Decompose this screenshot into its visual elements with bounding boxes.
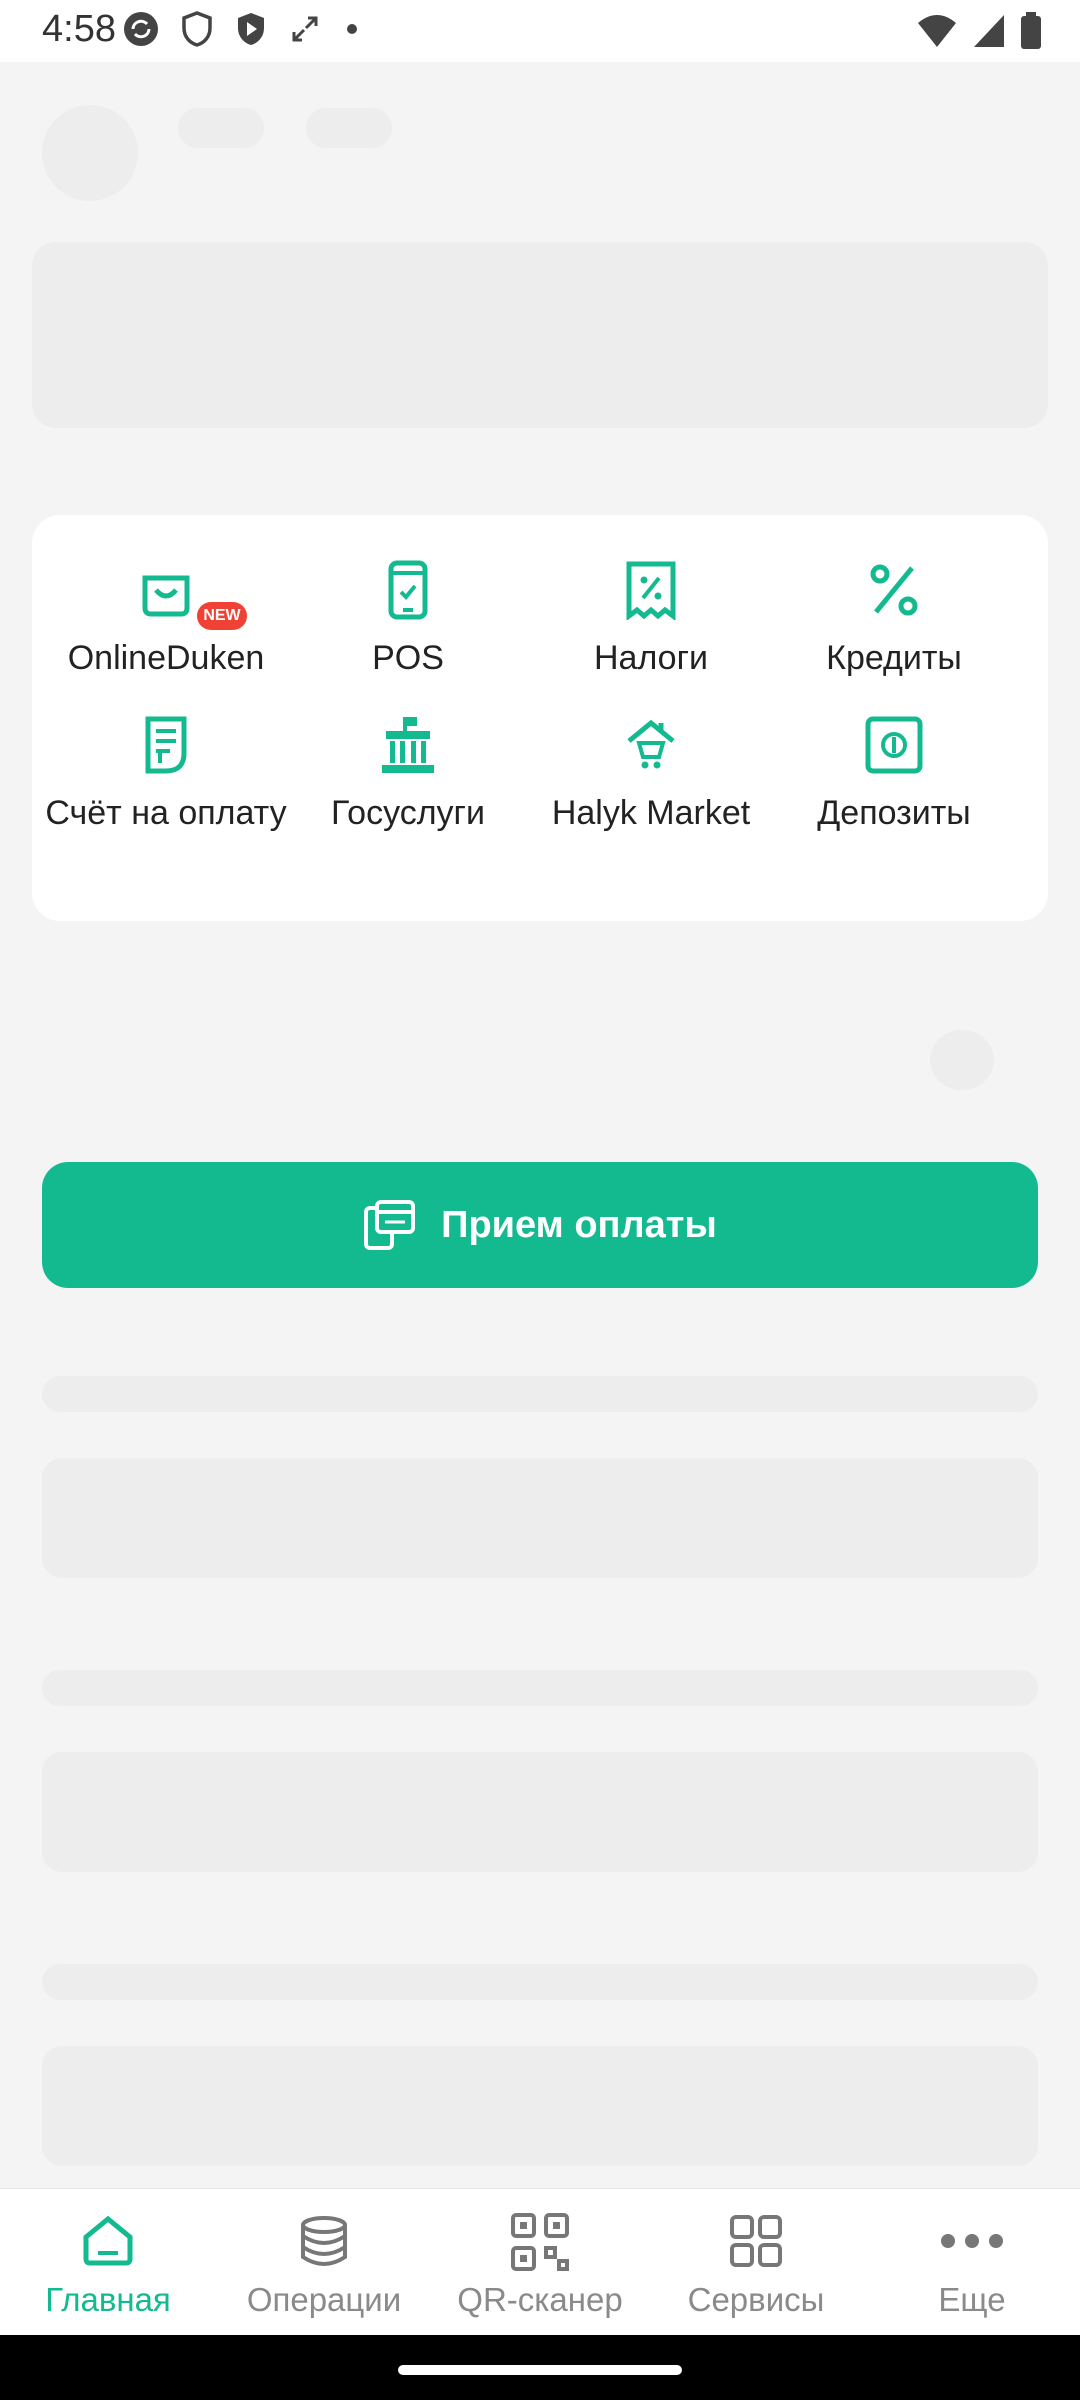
bottom-navigation: Главная Операции QR-сканер Сервисы Еще: [0, 2188, 1080, 2335]
payment-terminal-icon: [364, 1200, 416, 1250]
nav-services[interactable]: Сервисы: [648, 2189, 864, 2336]
avatar-placeholder: [42, 105, 138, 201]
shopping-bag-icon: [142, 575, 190, 617]
status-bar: 4:58: [0, 0, 1080, 62]
safe-icon: [865, 716, 923, 774]
account-card-placeholder: [32, 242, 1048, 428]
service-label: Госуслуги: [331, 794, 485, 832]
service-label: OnlineDuken: [67, 639, 265, 677]
service-label: Депозиты: [817, 794, 971, 832]
system-status-icons: [916, 12, 1042, 50]
service-label: POS: [372, 639, 444, 677]
nav-operations[interactable]: Операции: [216, 2189, 432, 2336]
database-icon: [301, 2216, 347, 2266]
shield-play-icon: [238, 13, 264, 45]
nav-qr-scanner[interactable]: QR-сканер: [432, 2189, 648, 2336]
status-time: 4:58: [42, 8, 116, 50]
qr-code-icon: [511, 2213, 569, 2271]
shield-icon: [182, 11, 212, 47]
title-placeholder: [178, 108, 264, 148]
subtitle-placeholder: [306, 108, 392, 148]
new-badge: NEW: [197, 602, 247, 630]
more-dots-icon: [941, 2234, 1003, 2248]
dot-icon: [347, 24, 357, 34]
percent-icon: [870, 564, 918, 616]
nav-operations-label: Операции: [246, 2281, 402, 2318]
service-label: Счёт на оплату: [45, 794, 287, 832]
list-header-placeholder: [42, 1376, 1038, 1412]
system-navigation-bar: [0, 2335, 1080, 2400]
nav-more[interactable]: Еще: [864, 2189, 1080, 2336]
market-house-icon: [627, 719, 675, 769]
service-label: Кредиты: [826, 639, 962, 677]
nav-more-label: Еще: [938, 2281, 1006, 2318]
accept-payment-label: Прием оплаты: [441, 1203, 717, 1246]
loading-indicator-placeholder: [930, 1030, 994, 1090]
wifi-icon: [918, 15, 956, 47]
nav-services-label: Сервисы: [687, 2281, 825, 2318]
battery-icon: [1021, 12, 1041, 49]
government-building-icon: [382, 717, 434, 773]
grid-icon: [730, 2215, 782, 2267]
list-item-placeholder: [42, 1752, 1038, 1872]
service-label: Налоги: [594, 639, 708, 677]
expand-icon: [292, 16, 318, 42]
phone-check-icon: [388, 560, 428, 620]
nav-home[interactable]: Главная: [0, 2189, 216, 2336]
list-item-placeholder: [42, 2046, 1038, 2166]
notification-icons: [122, 10, 362, 48]
invoice-icon: [145, 716, 187, 774]
home-icon: [83, 2215, 133, 2266]
list-header-placeholder: [42, 1964, 1038, 2000]
list-item-placeholder: [42, 1458, 1038, 1578]
home-gesture-handle[interactable]: [398, 2365, 682, 2375]
signal-icon: [974, 15, 1004, 47]
tax-receipt-icon: [626, 561, 676, 620]
services-card: NEW OnlineDuken POS Налоги Кредиты Счёт …: [32, 515, 1048, 921]
list-header-placeholder: [42, 1670, 1038, 1706]
service-label: Halyk Market: [551, 794, 751, 832]
nav-home-label: Главная: [45, 2281, 171, 2318]
accept-payment-button[interactable]: Прием оплаты: [42, 1162, 1038, 1288]
nav-qr-scanner-label: QR-сканер: [457, 2281, 623, 2318]
sync-icon: [124, 12, 158, 46]
